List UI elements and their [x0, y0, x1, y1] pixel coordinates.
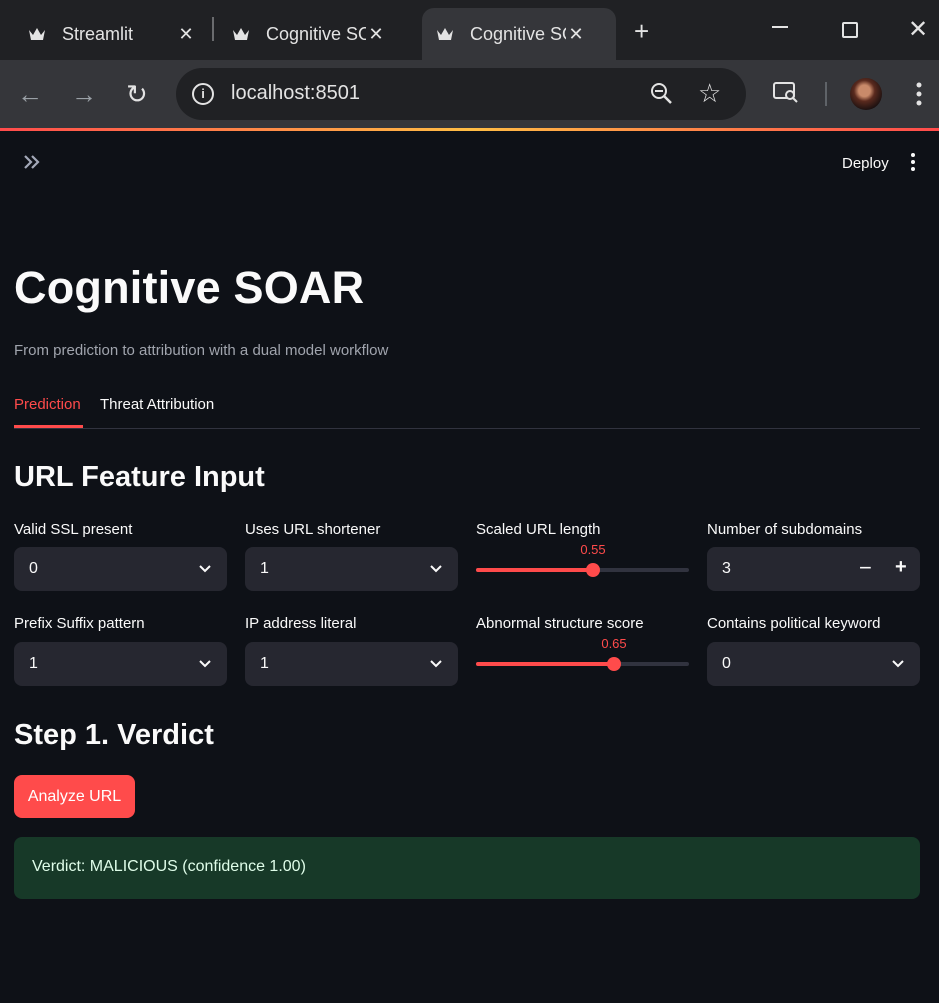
chevron-down-icon: [430, 565, 442, 573]
browser-tab[interactable]: Streamlit ✕: [0, 8, 210, 60]
main-menu-icon[interactable]: [911, 153, 917, 174]
close-tab-icon[interactable]: ✕: [366, 24, 386, 45]
back-arrow-icon[interactable]: ←: [17, 80, 43, 108]
prefix-suffix-label: Prefix Suffix pattern: [14, 615, 145, 632]
active-tab-indicator: [14, 425, 83, 428]
valid-ssl-select[interactable]: 0: [14, 547, 227, 591]
slider-fill: [476, 662, 614, 666]
select-value: 1: [29, 655, 38, 672]
valid-ssl-label: Valid SSL present: [14, 521, 133, 538]
tab-title: Cognitive SOAR: [266, 23, 366, 44]
political-keyword-label: Contains political keyword: [707, 615, 881, 632]
section-heading-feature-input: URL Feature Input: [14, 461, 265, 493]
url-shortener-select[interactable]: 1: [245, 547, 458, 591]
tab-title: Streamlit: [62, 23, 134, 44]
slider-value: 0.65: [601, 636, 627, 651]
verdict-success-alert: Verdict: MALICIOUS (confidence 1.00): [14, 837, 920, 899]
browser-tab-active[interactable]: Cognitive SOAR ✕: [422, 8, 616, 60]
browser-tab[interactable]: Cognitive SOAR ✕: [204, 8, 414, 60]
minimize-icon[interactable]: [772, 26, 788, 28]
close-window-icon[interactable]: ✕: [908, 15, 928, 44]
slider-fill: [476, 568, 593, 572]
page-title: Cognitive SOAR: [14, 262, 365, 313]
tab-title: Cognitive SOAR: [470, 23, 566, 44]
expand-sidebar-icon[interactable]: [22, 151, 42, 177]
select-value: 0: [29, 560, 38, 577]
streamlit-crown-icon: [436, 25, 454, 43]
profile-avatar[interactable]: [850, 78, 882, 110]
abnormal-structure-label: Abnormal structure score: [476, 615, 644, 632]
political-keyword-select[interactable]: 0: [707, 642, 920, 686]
app-header: Deploy: [0, 131, 939, 191]
verdict-text: Verdict: MALICIOUS (confidence 1.00): [32, 858, 306, 875]
number-value[interactable]: 3: [722, 560, 731, 578]
bookmark-star-icon[interactable]: ☆: [698, 78, 721, 109]
slider-thumb[interactable]: [586, 563, 600, 577]
new-tab-icon[interactable]: +: [634, 16, 649, 47]
browser-toolbar: ← → ↻ i localhost:8501 ☆: [0, 60, 939, 130]
site-info-icon[interactable]: i: [192, 83, 214, 105]
streamlit-crown-icon: [28, 25, 46, 43]
page-caption: From prediction to attribution with a du…: [14, 342, 389, 359]
subdomains-number-input[interactable]: 3 − +: [707, 547, 920, 591]
tab-list: Prediction Threat Attribution: [14, 394, 920, 429]
url-shortener-label: Uses URL shortener: [245, 521, 381, 538]
tab-threat-attribution[interactable]: Threat Attribution: [100, 396, 214, 413]
address-url[interactable]: localhost:8501: [231, 82, 360, 105]
streamlit-crown-icon: [232, 25, 250, 43]
select-value: 1: [260, 560, 269, 577]
tab-prediction[interactable]: Prediction: [14, 396, 81, 413]
url-length-label: Scaled URL length: [476, 521, 601, 538]
ip-literal-label: IP address literal: [245, 615, 357, 632]
subdomains-label: Number of subdomains: [707, 521, 863, 538]
close-tab-icon[interactable]: ✕: [566, 24, 586, 45]
prefix-suffix-select[interactable]: 1: [14, 642, 227, 686]
decrement-button[interactable]: −: [859, 555, 872, 581]
analyze-url-button[interactable]: Analyze URL: [14, 775, 135, 818]
deploy-button[interactable]: Deploy: [842, 155, 889, 172]
ip-literal-select[interactable]: 1: [245, 642, 458, 686]
section-heading-verdict: Step 1. Verdict: [14, 719, 214, 751]
select-value: 0: [722, 655, 731, 672]
abnormal-structure-slider[interactable]: 0.65: [476, 636, 689, 686]
url-length-slider[interactable]: 0.55: [476, 542, 689, 592]
address-bar[interactable]: i localhost:8501 ☆: [176, 68, 746, 120]
browser-tab-bar: Streamlit ✕ Cognitive SOAR ✕ Cognitive S…: [0, 0, 939, 60]
slider-value: 0.55: [580, 542, 606, 557]
reload-icon[interactable]: ↻: [126, 80, 148, 108]
increment-button[interactable]: +: [895, 556, 907, 579]
forward-arrow-icon[interactable]: →: [71, 80, 97, 108]
close-tab-icon[interactable]: ✕: [176, 24, 196, 45]
chevron-down-icon: [199, 565, 211, 573]
slider-thumb[interactable]: [607, 657, 621, 671]
maximize-icon[interactable]: [842, 22, 858, 38]
chevron-down-icon: [199, 660, 211, 668]
chevron-down-icon: [430, 660, 442, 668]
toolbar-divider: [825, 82, 827, 106]
chevron-down-icon: [892, 660, 904, 668]
cast-search-icon[interactable]: [772, 80, 800, 109]
browser-menu-icon[interactable]: [916, 82, 922, 111]
select-value: 1: [260, 655, 269, 672]
zoom-icon[interactable]: [650, 82, 674, 111]
